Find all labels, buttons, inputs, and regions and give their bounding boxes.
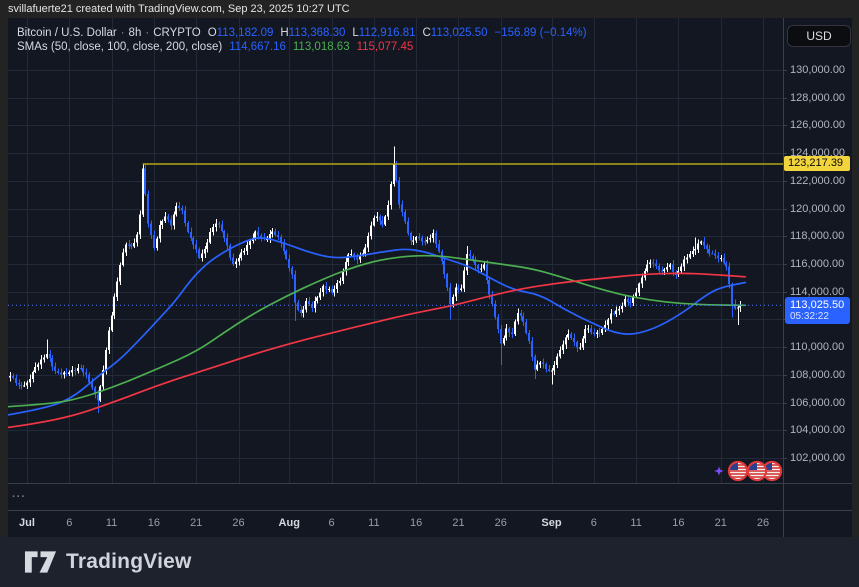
- tradingview-snapshot: svillafuerte21 created with TradingView.…: [0, 0, 859, 587]
- price-tick-label: 116,000.00: [790, 257, 844, 271]
- sma50-value: 114,667.16: [229, 41, 286, 53]
- time-tick-label: 11: [630, 516, 641, 530]
- sma-label: SMAs (50, close, 100, close, 200, close): [17, 41, 222, 53]
- collapsed-pane-ellipsis-button[interactable]: ···: [12, 491, 26, 503]
- price-tick-label: 122,000.00: [790, 174, 845, 188]
- time-tick-label: 6: [328, 516, 334, 530]
- time-tick-label: Aug: [279, 516, 300, 530]
- open-label: O: [208, 27, 217, 39]
- attribution-bar: svillafuerte21 created with TradingView.…: [0, 0, 859, 18]
- close-value: 113,025.50: [431, 27, 488, 39]
- time-tick-label: 6: [66, 516, 72, 530]
- current-price-label: 113,025.50 05:32:22: [785, 297, 850, 324]
- price-tick-label: 130,000.00: [790, 63, 845, 77]
- footer-bar: TradingView: [0, 537, 859, 587]
- symbol-legend-row[interactable]: Bitcoin / U.S. Dollar·8h·CRYPTOO113,182.…: [17, 26, 587, 40]
- legend-separator: ·: [141, 27, 153, 39]
- tradingview-logo-icon: [24, 548, 57, 576]
- chart-canvas[interactable]: [0, 0, 859, 587]
- close-label: C: [422, 27, 430, 39]
- chart-background: [8, 18, 852, 537]
- symbol-name: Bitcoin / U.S. Dollar: [17, 27, 117, 39]
- price-tick-label: 120,000.00: [790, 202, 845, 216]
- market-label: CRYPTO: [153, 27, 201, 39]
- us-flag-event-icon[interactable]: [748, 462, 766, 480]
- tradingview-wordmark: TradingView: [66, 550, 192, 574]
- price-tick-label: 102,000.00: [790, 451, 845, 465]
- price-tick-label: 108,000.00: [790, 368, 845, 382]
- tradingview-logo[interactable]: TradingView: [24, 548, 192, 576]
- price-tick-label: 110,000.00: [790, 340, 844, 354]
- time-tick-label: 16: [148, 516, 160, 530]
- time-tick-label: 26: [757, 516, 769, 530]
- low-value: 112,916.81: [359, 27, 416, 39]
- time-tick-label: 11: [368, 516, 379, 530]
- time-tick-label: 6: [591, 516, 597, 530]
- high-label: H: [280, 27, 288, 39]
- time-tick-label: 11: [106, 516, 117, 530]
- us-flag-event-icon[interactable]: [729, 462, 747, 480]
- price-tick-label: 126,000.00: [790, 118, 845, 132]
- sma100-value: 113,018.63: [293, 41, 350, 53]
- time-tick-label: 21: [715, 516, 727, 530]
- time-tick-label: Jul: [19, 516, 35, 530]
- price-tick-label: 104,000.00: [790, 423, 845, 437]
- current-price-value: 113,025.50: [790, 299, 850, 311]
- legend-separator: ·: [117, 27, 129, 39]
- high-value: 113,368.30: [289, 27, 346, 39]
- price-tick-label: 128,000.00: [790, 91, 845, 105]
- sma-legend-row[interactable]: SMAs (50, close, 100, close, 200, close)…: [17, 40, 587, 54]
- price-tick-label: 106,000.00: [790, 396, 845, 410]
- time-tick-label: 21: [452, 516, 464, 530]
- bar-countdown: 05:32:22: [790, 311, 850, 322]
- time-tick-label: Sep: [541, 516, 561, 530]
- time-tick-label: 26: [495, 516, 507, 530]
- open-value: 113,182.09: [217, 27, 274, 39]
- interval-label: 8h: [129, 27, 142, 39]
- time-tick-label: 16: [410, 516, 422, 530]
- attribution-text: svillafuerte21 created with TradingView.…: [8, 3, 350, 15]
- time-tick-label: 26: [232, 516, 244, 530]
- change-value: −156.89 (−0.14%): [495, 27, 587, 39]
- level-price-label: 123,217.39: [784, 156, 850, 171]
- sma200-value: 115,077.45: [357, 41, 414, 53]
- time-tick-label: 21: [190, 516, 202, 530]
- chart-legend: Bitcoin / U.S. Dollar·8h·CRYPTOO113,182.…: [17, 26, 587, 54]
- price-tick-label: 118,000.00: [790, 229, 844, 243]
- time-tick-label: 16: [672, 516, 684, 530]
